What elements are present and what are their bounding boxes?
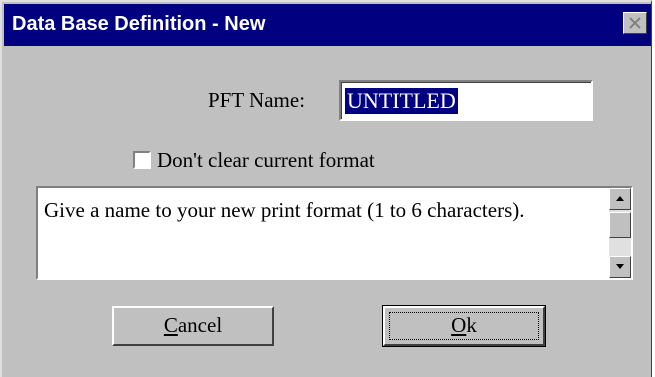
dont-clear-format-checkbox[interactable] <box>133 151 151 169</box>
dont-clear-format-label[interactable]: Don't clear current format <box>157 148 375 173</box>
close-icon <box>629 17 641 29</box>
cancel-button[interactable]: Cancel <box>112 306 274 346</box>
close-button[interactable] <box>623 12 647 34</box>
pft-name-value[interactable]: UNTITLED <box>345 88 458 114</box>
pft-name-label: PFT Name: <box>208 88 306 112</box>
ok-accelerator: O <box>451 313 467 337</box>
scroll-thumb[interactable] <box>609 212 631 238</box>
window-title: Data Base Definition - New <box>12 13 266 35</box>
ok-label-rest: k <box>466 313 477 337</box>
pft-name-input[interactable]: UNTITLED <box>339 80 593 121</box>
scroll-down-button[interactable] <box>609 256 631 278</box>
dialog-window: Data Base Definition - New PFT Name: UNT… <box>0 0 652 377</box>
arrow-up-icon <box>616 196 624 201</box>
title-bar[interactable]: Data Base Definition - New <box>4 4 651 46</box>
cancel-accelerator: C <box>163 313 178 337</box>
help-text: Give a name to your new print format (1 … <box>44 198 525 222</box>
ok-button[interactable]: Ok <box>382 305 546 347</box>
help-scrollbar[interactable] <box>609 188 631 278</box>
help-text-box[interactable]: Give a name to your new print format (1 … <box>36 186 633 280</box>
cancel-label-rest: ancel <box>177 313 223 337</box>
scroll-up-button[interactable] <box>609 188 631 210</box>
arrow-down-icon <box>616 264 624 269</box>
